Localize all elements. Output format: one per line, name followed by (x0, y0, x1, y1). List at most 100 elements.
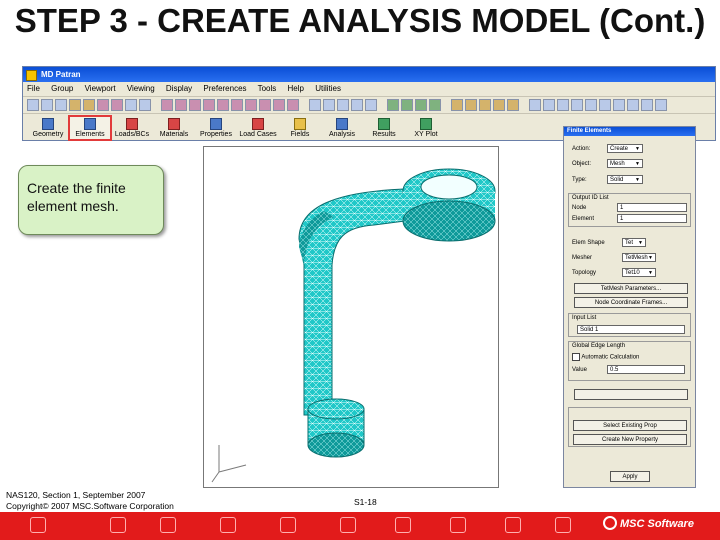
tab-xy-plot[interactable]: XY Plot (405, 116, 447, 140)
view-iso3-icon[interactable] (273, 99, 285, 111)
menu-display[interactable]: Display (166, 84, 192, 93)
menu-viewing[interactable]: Viewing (127, 84, 155, 93)
hide-labels-icon[interactable] (493, 99, 505, 111)
type-select[interactable]: Solid (607, 175, 643, 185)
apply-button[interactable]: Apply (610, 471, 650, 482)
building-icon (555, 517, 571, 533)
abort-icon[interactable] (111, 99, 123, 111)
menu-file[interactable]: File (27, 84, 40, 93)
instruction-callout: Create the finite element mesh. (18, 165, 164, 235)
input-list-field[interactable]: Solid 1 (577, 325, 685, 334)
open-icon[interactable] (41, 99, 53, 111)
window-titlebar: MD Patran (23, 67, 715, 82)
view-iso2-icon[interactable] (259, 99, 271, 111)
xyplot-icon (420, 118, 432, 130)
topology-select[interactable]: Tet10 (622, 268, 656, 278)
graphics-viewport[interactable] (203, 146, 499, 488)
tab-load-cases[interactable]: Load Cases (237, 116, 279, 140)
show-labels-icon[interactable] (479, 99, 491, 111)
output-ids-label: Output ID List (572, 195, 609, 201)
fields-icon (294, 118, 306, 130)
view-front-icon[interactable] (161, 99, 173, 111)
zoom-in-icon[interactable] (351, 99, 363, 111)
free-edges-icon[interactable] (613, 99, 625, 111)
fit-view-icon[interactable] (337, 99, 349, 111)
associativity-button[interactable] (574, 389, 688, 400)
node-display-icon[interactable] (571, 99, 583, 111)
hidden-line-icon[interactable] (401, 99, 413, 111)
copy-icon[interactable] (83, 99, 95, 111)
element-display-icon[interactable] (585, 99, 597, 111)
menu-tools[interactable]: Tools (258, 84, 277, 93)
menu-viewport[interactable]: Viewport (85, 84, 116, 93)
save-icon[interactable] (55, 99, 67, 111)
pan-icon[interactable] (323, 99, 335, 111)
tab-label: XY Plot (414, 131, 438, 138)
mesher-select[interactable]: TetMesh (622, 253, 656, 263)
select-icon[interactable] (655, 99, 667, 111)
menu-utilities[interactable]: Utilities (315, 84, 341, 93)
view-left-icon[interactable] (217, 99, 229, 111)
action-select[interactable]: Create (607, 144, 643, 154)
select-existing-prop-button[interactable]: Select Existing Prop (573, 420, 687, 431)
menu-group[interactable]: Group (51, 84, 73, 93)
tab-geometry[interactable]: Geometry (27, 116, 69, 140)
view-iso1-icon[interactable] (245, 99, 257, 111)
rotate-icon[interactable] (309, 99, 321, 111)
wireframe-icon[interactable] (387, 99, 399, 111)
view-top-icon[interactable] (189, 99, 201, 111)
plot-erase-icon[interactable] (529, 99, 541, 111)
object-label: Object: (572, 161, 592, 167)
label-control-icon[interactable] (451, 99, 463, 111)
tetmesh-parameters-button[interactable]: TetMesh Parameters... (574, 283, 688, 294)
element-id-input[interactable]: 1 (617, 214, 687, 223)
action-label: Action: (572, 146, 591, 152)
loads-icon (126, 118, 138, 130)
tab-results[interactable]: Results (363, 116, 405, 140)
node-size-icon[interactable] (465, 99, 477, 111)
view-back-icon[interactable] (175, 99, 187, 111)
refresh-icon[interactable] (139, 99, 151, 111)
gear-icon (160, 517, 176, 533)
menu-help[interactable]: Help (288, 84, 304, 93)
tab-label: Results (372, 131, 396, 138)
shrink-icon[interactable] (641, 99, 653, 111)
node-id-input[interactable]: 1 (617, 203, 687, 212)
tab-materials[interactable]: Materials (153, 116, 195, 140)
tab-fields[interactable]: Fields (279, 116, 321, 140)
topology-label: Topology (572, 270, 597, 276)
shaded-icon[interactable] (415, 99, 427, 111)
boundary-lines-icon[interactable] (627, 99, 639, 111)
new-icon[interactable] (27, 99, 39, 111)
menu-preferences[interactable]: Preferences (203, 84, 246, 93)
tab-label: Materials (159, 131, 189, 138)
tab-properties[interactable]: Properties (195, 116, 237, 140)
create-new-property-button[interactable]: Create New Property (573, 434, 687, 445)
point-size-icon[interactable] (507, 99, 519, 111)
print-icon[interactable] (69, 99, 81, 111)
entity-color-icon[interactable] (557, 99, 569, 111)
zoom-out-icon[interactable] (365, 99, 377, 111)
edge-length-input[interactable]: 0.5 (607, 365, 685, 374)
tab-loads-bcs[interactable]: Loads/BCs (111, 116, 153, 140)
menu-bar: File Group Viewport Viewing Display Pref… (23, 82, 715, 97)
node-coordinate-frames-button[interactable]: Node Coordinate Frames... (574, 297, 688, 308)
group-post-icon[interactable] (543, 99, 555, 111)
panel-title: Finite Elements (564, 127, 695, 136)
train-icon (280, 517, 296, 533)
tab-elements[interactable]: Elements (68, 115, 112, 141)
view-iso4-icon[interactable] (287, 99, 299, 111)
value-label: Value (572, 367, 587, 373)
reset-graphics-icon[interactable] (125, 99, 137, 111)
auto-calc-checkbox[interactable] (572, 353, 580, 361)
view-right-icon[interactable] (231, 99, 243, 111)
view-bottom-icon[interactable] (203, 99, 215, 111)
tab-analysis[interactable]: Analysis (321, 116, 363, 140)
undo-icon[interactable] (97, 99, 109, 111)
object-select[interactable]: Mesh (607, 159, 643, 169)
mpc-display-icon[interactable] (599, 99, 611, 111)
car-icon (30, 517, 46, 533)
input-list-group: Input List Solid 1 (568, 313, 691, 337)
smooth-shaded-icon[interactable] (429, 99, 441, 111)
elem-shape-select[interactable]: Tet (622, 238, 646, 248)
